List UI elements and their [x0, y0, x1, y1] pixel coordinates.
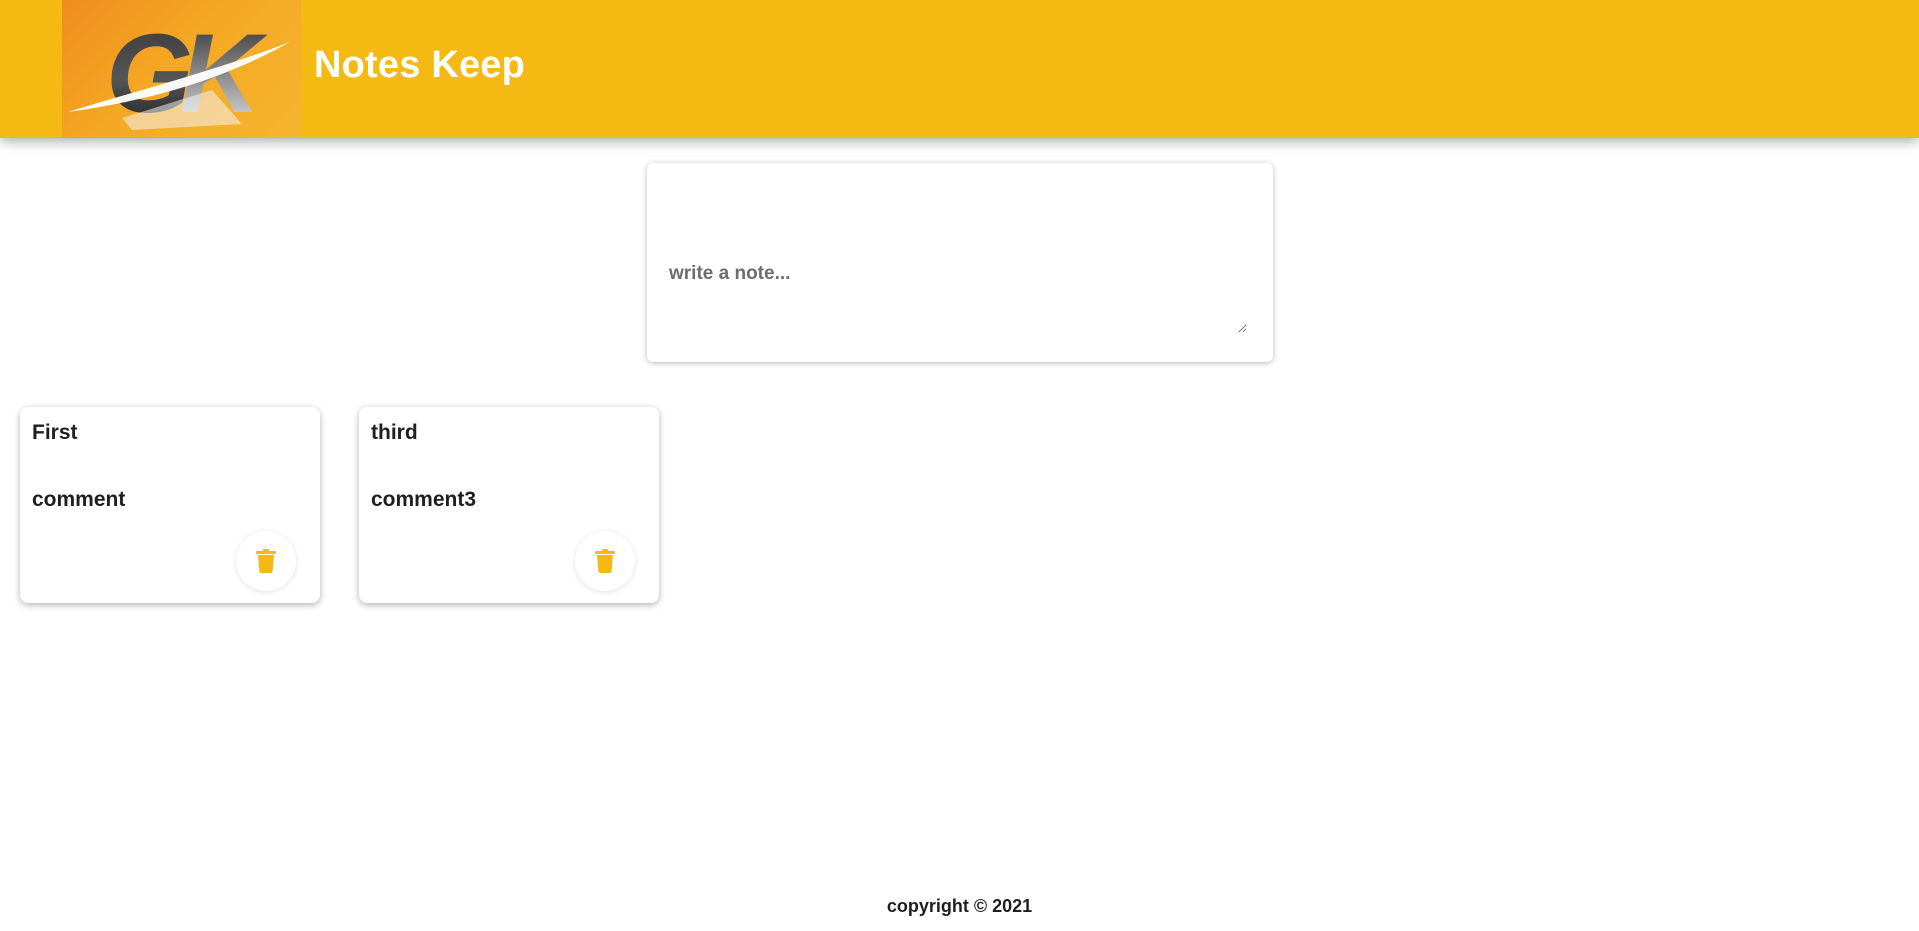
trash-icon [595, 549, 615, 573]
note-content: comment [32, 488, 126, 511]
logo: G K [62, 0, 301, 138]
app-header: G K Notes Keep [0, 0, 1919, 138]
delete-note-button[interactable] [575, 531, 635, 591]
note-title: First [32, 421, 78, 444]
delete-note-button[interactable] [236, 531, 296, 591]
note-input[interactable] [669, 259, 1247, 333]
note-composer [647, 163, 1273, 362]
note-card: First comment [20, 407, 320, 603]
note-title: third [371, 421, 418, 444]
note-content: comment3 [371, 488, 477, 511]
app-title: Notes Keep [314, 44, 526, 86]
trash-icon [256, 549, 276, 573]
footer-copyright: copyright © 2021 [886, 896, 1033, 916]
note-card: third comment3 [359, 407, 659, 603]
gk-logo-icon: G K [68, 11, 290, 136]
